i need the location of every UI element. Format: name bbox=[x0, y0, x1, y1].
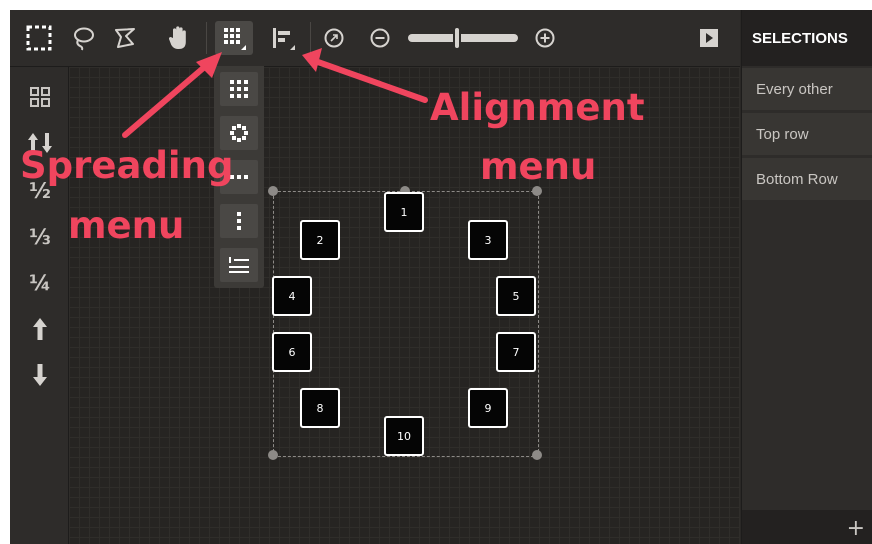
alignment-arrowhead-icon bbox=[302, 48, 322, 72]
spreading-annotation-line1: Spreading bbox=[20, 144, 234, 187]
annotation-arrows bbox=[122, 48, 428, 138]
alignment-annotation-line1: Alignment bbox=[430, 86, 645, 129]
alignment-annotation-line2: menu bbox=[480, 145, 597, 188]
spreading-arrow-shaft bbox=[122, 61, 211, 138]
spreading-annotation-line2: menu bbox=[68, 204, 185, 247]
alignment-arrow-shaft bbox=[315, 59, 428, 103]
